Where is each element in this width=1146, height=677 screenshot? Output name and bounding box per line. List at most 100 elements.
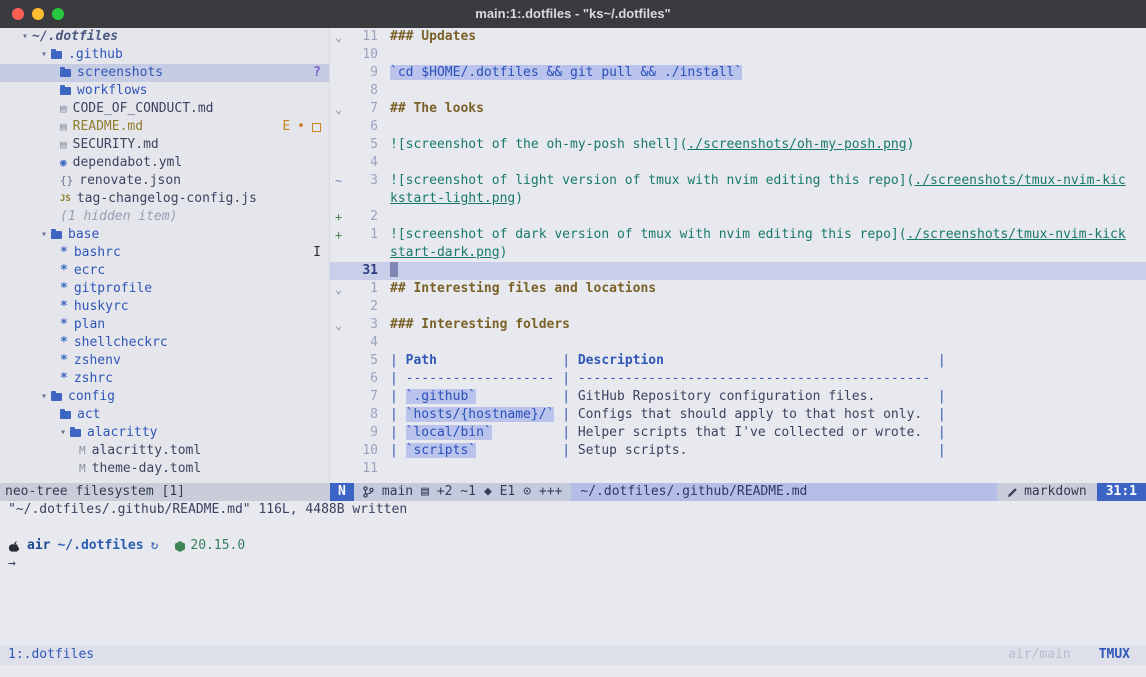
gutter-mark	[330, 64, 352, 82]
fold-icon: ⌄	[330, 28, 352, 46]
editor-line[interactable]: ⌄11### Updates	[330, 28, 1146, 46]
editor-line[interactable]: 31	[330, 262, 1146, 280]
code-segment: |	[390, 407, 406, 422]
fold-icon: ⌄	[330, 280, 352, 298]
minimize-button[interactable]	[32, 8, 44, 20]
tree-item-bashrc[interactable]: *bashrcI	[0, 244, 329, 262]
code-segment: Path	[406, 353, 437, 368]
tree-item-huskyrc[interactable]: *huskyrc	[0, 298, 329, 316]
code-segment: `.github`	[406, 389, 476, 404]
editor-line[interactable]: 6| ------------------- | ---------------…	[330, 370, 1146, 388]
dotfile-icon: *	[60, 244, 68, 262]
tree-item-tag-changelog-config-js[interactable]: JStag-changelog-config.js	[0, 190, 329, 208]
tree-item-base[interactable]: ▾base	[0, 226, 329, 244]
editor-buffer[interactable]: ⌄11### Updates109`cd $HOME/.dotfiles && …	[330, 28, 1146, 483]
line-number	[352, 244, 378, 262]
tree-item-zshenv[interactable]: *zshenv	[0, 352, 329, 370]
folder-label: alacritty	[87, 424, 157, 442]
editor-line[interactable]: ⌄3### Interesting folders	[330, 316, 1146, 334]
file-label: CODE_OF_CONDUCT.md	[73, 100, 214, 118]
code-segment	[664, 353, 938, 368]
editor-line[interactable]: +2	[330, 208, 1146, 226]
line-number: 5	[352, 136, 378, 154]
tmux-window-tab[interactable]: 1:.dotfiles	[8, 646, 94, 664]
dotfile-icon: *	[60, 334, 68, 352]
code-segment	[922, 407, 938, 422]
tree-item-act[interactable]: act	[0, 406, 329, 424]
editor-line[interactable]: ⌄1## Interesting files and locations	[330, 280, 1146, 298]
git-sync-icon: ↻	[151, 537, 159, 555]
editor-line[interactable]: 11	[330, 460, 1146, 478]
editor-line[interactable]: 2	[330, 298, 1146, 316]
editor-line[interactable]: 8| `hosts/{hostname}/` | Configs that sh…	[330, 406, 1146, 424]
tree-item-zshrc[interactable]: *zshrc	[0, 370, 329, 388]
tree-item-theme-day-toml[interactable]: Mtheme-day.toml	[0, 460, 329, 478]
tree-item-plan[interactable]: *plan	[0, 316, 329, 334]
close-button[interactable]	[12, 8, 24, 20]
editor-line[interactable]: +1![screenshot of dark version of tmux w…	[330, 226, 1146, 244]
editor-line[interactable]: 5| Path | Description |	[330, 352, 1146, 370]
code-segment: |	[938, 443, 946, 458]
editor-line[interactable]: 10	[330, 46, 1146, 64]
file-path-segment: ~/.dotfiles/.github/README.md	[571, 483, 997, 501]
editor-line[interactable]: start-dark.png)	[330, 244, 1146, 262]
modified-square-icon	[312, 123, 321, 132]
line-number: 5	[352, 352, 378, 370]
tree-item-dependabot-yml[interactable]: ◉dependabot.yml	[0, 154, 329, 172]
zoom-button[interactable]	[52, 8, 64, 20]
tree-item-security-md[interactable]: ▤SECURITY.md	[0, 136, 329, 154]
tree-item-workflows[interactable]: workflows	[0, 82, 329, 100]
shell-pane[interactable]: air ~/.dotfiles ↻ 20.15.0 →	[0, 537, 1146, 573]
dotfile-icon: *	[60, 370, 68, 388]
row-badges: E•	[282, 118, 321, 136]
editor-line[interactable]: 5 ![screenshot of the oh-my-posh shell](.…	[330, 136, 1146, 154]
code-segment: Helper scripts that I've collected or wr…	[578, 425, 922, 440]
editor-line[interactable]: 6	[330, 118, 1146, 136]
folder-icon	[51, 393, 62, 401]
line-text: ![screenshot of the oh-my-posh shell](./…	[390, 136, 914, 154]
editor-line[interactable]: 9`cd $HOME/.dotfiles && git pull && ./in…	[330, 64, 1146, 82]
editor-line[interactable]: 4	[330, 154, 1146, 172]
gutter-mark	[330, 460, 352, 478]
git-branch-icon	[363, 486, 374, 498]
line-text: | `.github` | GitHub Repository configur…	[390, 388, 946, 406]
git-branch-name: main	[382, 483, 413, 501]
tree-item-github[interactable]: ▾.github	[0, 46, 329, 64]
tree-item-1-hidden-item[interactable]: (1 hidden item)	[0, 208, 329, 226]
tree-item-readme-md[interactable]: ▤README.mdE•	[0, 118, 329, 136]
code-segment: |	[938, 407, 946, 422]
code-segment: ----------------------------------------…	[578, 371, 930, 386]
editor-line[interactable]: 9| `local/bin` | Helper scripts that I'v…	[330, 424, 1146, 442]
line-number: 6	[352, 370, 378, 388]
code-segment: )	[515, 191, 523, 206]
folder-icon	[51, 231, 62, 239]
code-segment: |	[390, 425, 406, 440]
tree-item-gitprofile[interactable]: *gitprofile	[0, 280, 329, 298]
tree-item-renovate-json[interactable]: {}renovate.json	[0, 172, 329, 190]
tree-item-alacritty[interactable]: ▾alacritty	[0, 424, 329, 442]
row-badges: I	[313, 244, 321, 262]
tree-item-ecrc[interactable]: *ecrc	[0, 262, 329, 280]
line-number: 2	[352, 298, 378, 316]
code-segment: |	[390, 389, 406, 404]
tree-item-shellcheckrc[interactable]: *shellcheckrc	[0, 334, 329, 352]
editor-line[interactable]: 8	[330, 82, 1146, 100]
line-number: 8	[352, 82, 378, 100]
tree-item-code-of-conduct-md[interactable]: ▤CODE_OF_CONDUCT.md	[0, 100, 329, 118]
tree-item-alacritty-toml[interactable]: Malacritty.toml	[0, 442, 329, 460]
code-segment	[476, 389, 562, 404]
file-icon: ▤	[60, 136, 67, 154]
tree-item-config[interactable]: ▾config	[0, 388, 329, 406]
editor-line[interactable]: 4	[330, 334, 1146, 352]
editor-line[interactable]: ⌄7## The looks	[330, 100, 1146, 118]
line-number: 7	[352, 388, 378, 406]
editor-line[interactable]: kstart-light.png)	[330, 190, 1146, 208]
editor-line[interactable]: 7 | `.github` | GitHub Repository configu…	[330, 388, 1146, 406]
editor-line[interactable]: 10| `scripts` | Setup scripts. |	[330, 442, 1146, 460]
editor-line[interactable]: ~3![screenshot of light version of tmux …	[330, 172, 1146, 190]
tree-item-screenshots[interactable]: screenshots?	[0, 64, 329, 82]
gutter-mark	[330, 388, 352, 406]
gutter-mark	[330, 352, 352, 370]
tree-item-dotfiles[interactable]: ▾~/.dotfiles	[0, 28, 329, 46]
line-number: 8	[352, 406, 378, 424]
